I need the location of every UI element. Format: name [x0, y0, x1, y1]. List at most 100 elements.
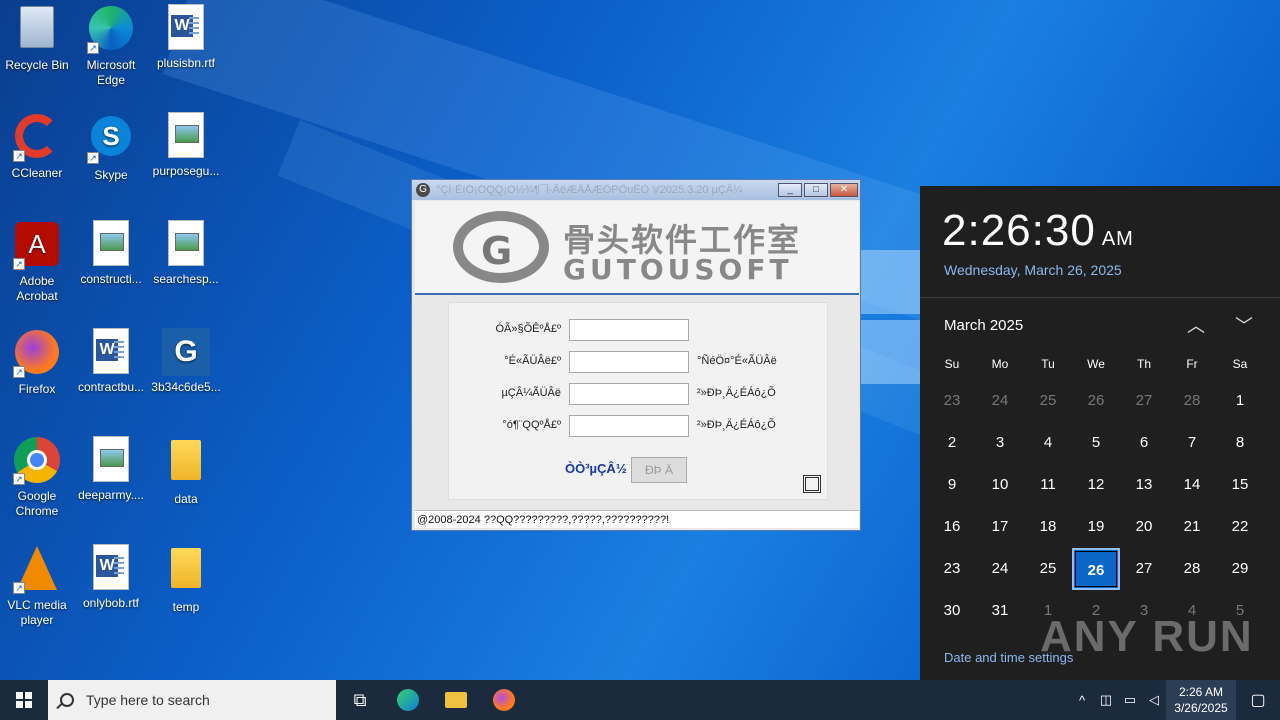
calendar-day[interactable]: 27 [1120, 380, 1168, 422]
calendar-day[interactable]: 4 [1024, 422, 1072, 464]
shortcut-arrow-icon: ↗ [13, 366, 25, 378]
device-icon[interactable]: ◫ [1094, 692, 1118, 708]
calendar-day-today[interactable]: 26 [1072, 548, 1120, 590]
calendar-day[interactable]: 21 [1168, 506, 1216, 548]
calendar-month-label[interactable]: March 2025 [944, 317, 1023, 334]
desktop-icon[interactable]: constructi... [74, 220, 148, 287]
flyout-date-link[interactable]: Wednesday, March 26, 2025 [944, 262, 1122, 278]
desktop-icon[interactable]: A ↗ Adobe Acrobat [0, 220, 74, 304]
calendar-day[interactable]: 17 [976, 506, 1024, 548]
verify-password-input[interactable] [569, 351, 689, 373]
verify-password-hint: °ÑéÖ¤°É«ÃÜÂë [697, 355, 777, 367]
desktop-icon[interactable]: S ↗ Skype [74, 112, 148, 183]
desktop-icon[interactable]: data [149, 436, 223, 507]
chevron-up-icon[interactable]: ^ [1070, 693, 1094, 708]
form-row-account: ÓÃ»§ÕÊºÅ£º [449, 319, 829, 341]
maximize-button[interactable]: □ [804, 183, 828, 197]
desktop-icon-label: Skype [94, 168, 128, 182]
calendar-day[interactable]: 5 [1072, 422, 1120, 464]
calendar-week-row: 2345678 [928, 422, 1272, 464]
file-explorer-icon[interactable] [432, 680, 480, 720]
login-link[interactable]: ÒÒ³µÇÂ½ [565, 461, 627, 476]
calendar-day[interactable]: 23 [928, 380, 976, 422]
chevron-up-icon[interactable]: ︿ [1184, 312, 1208, 336]
calendar-day[interactable]: 28 [1168, 548, 1216, 590]
chevron-down-icon[interactable]: ﹀ [1232, 312, 1256, 336]
shortcut-arrow-icon: ↗ [87, 42, 99, 54]
desktop-icon-label: Microsoft Edge [86, 58, 136, 87]
desktop-icon[interactable]: searchesp... [149, 220, 223, 287]
modify-button[interactable]: ÐÞ Ä [631, 457, 687, 483]
task-view-icon[interactable]: ⧉ [336, 680, 384, 720]
desktop-icon[interactable]: Wplusisbn.rtf [149, 4, 223, 71]
desktop-icon[interactable]: Recycle Bin [0, 4, 74, 73]
desktop-icon[interactable]: purposegu... [149, 112, 223, 179]
taskbar-search-box[interactable]: Type here to search [48, 680, 336, 720]
calendar-day[interactable]: 7 [1168, 422, 1216, 464]
flyout-ampm: AM [1101, 228, 1134, 250]
calendar-day[interactable]: 23 [928, 548, 976, 590]
calendar-day[interactable]: 24 [976, 380, 1024, 422]
windows-logo-icon [16, 692, 32, 708]
calendar-day[interactable]: 6 [1120, 422, 1168, 464]
calendar-day[interactable]: 31 [976, 590, 1024, 632]
taskbar-clock[interactable]: 2:26 AM 3/26/2025 [1166, 680, 1236, 720]
calendar-day[interactable]: 20 [1120, 506, 1168, 548]
firefox-taskbar-icon[interactable] [480, 680, 528, 720]
calendar-day[interactable]: 22 [1216, 506, 1264, 548]
calendar-day[interactable]: 8 [1216, 422, 1264, 464]
calendar-day[interactable]: 9 [928, 464, 976, 506]
logo-english-text: GUTOUSOFT [563, 253, 793, 286]
calendar-day[interactable]: 10 [976, 464, 1024, 506]
calendar-day[interactable]: 16 [928, 506, 976, 548]
edge-taskbar-icon[interactable] [384, 680, 432, 720]
desktop-icon[interactable]: deeparmy.... [74, 436, 148, 503]
qr-code-icon[interactable] [803, 475, 821, 493]
calendar-day[interactable]: 11 [1024, 464, 1072, 506]
desktop-icon[interactable]: G 3b34c6de5... [149, 328, 223, 395]
volume-icon[interactable]: ◁ [1142, 692, 1166, 708]
firefox-icon: ↗ [13, 330, 61, 378]
start-button[interactable] [0, 680, 48, 720]
desktop-icon[interactable]: ↗ CCleaner [0, 112, 74, 181]
calendar-day[interactable]: 30 [928, 590, 976, 632]
calendar-day[interactable]: 14 [1168, 464, 1216, 506]
minimize-button[interactable]: _ [778, 183, 802, 197]
qq-hint: ²»ÐÞ¸Ä¿ÉÁô¿Õ [697, 419, 776, 431]
form-row-verify-password: °É«ÃÜÂë£º °ÑéÖ¤°É«ÃÜÂë [449, 351, 829, 373]
calendar-day[interactable]: 2 [928, 422, 976, 464]
desktop-icon[interactable]: temp [149, 544, 223, 615]
desktop-icon[interactable]: ↗ Google Chrome [0, 436, 74, 519]
acrobat-icon: A ↗ [13, 222, 61, 270]
calendar-day[interactable]: 25 [1024, 380, 1072, 422]
calendar-day[interactable]: 18 [1024, 506, 1072, 548]
calendar-day[interactable]: 19 [1072, 506, 1120, 548]
network-icon[interactable]: ▭ [1118, 692, 1142, 708]
login-password-input[interactable] [569, 383, 689, 405]
calendar-day[interactable]: 29 [1216, 548, 1264, 590]
calendar-day[interactable]: 1 [1216, 380, 1264, 422]
calendar-day[interactable]: 12 [1072, 464, 1120, 506]
calendar-day[interactable]: 13 [1120, 464, 1168, 506]
desktop-icon[interactable]: Wcontractbu... [74, 328, 148, 395]
calendar-day[interactable]: 24 [976, 548, 1024, 590]
close-button[interactable]: ✕ [830, 183, 858, 197]
calendar-day[interactable]: 28 [1168, 380, 1216, 422]
window-titlebar[interactable]: G °ÇÍ·ÈíÓ¡ÓQQ¡Ó½¾¶¯Î-ÃëÆÄÅÆÖPÖuÊÖ V2025.… [412, 180, 860, 200]
notification-icon[interactable]: ▢ [1236, 690, 1280, 710]
calendar-day[interactable]: 25 [1024, 548, 1072, 590]
desktop-icon[interactable]: ↗ Microsoft Edge [74, 4, 148, 88]
gutousoft-logo-banner: G 骨头软件工作室 GUTOUSOFT [415, 201, 859, 295]
account-input[interactable] [569, 319, 689, 341]
calendar-day[interactable]: 15 [1216, 464, 1264, 506]
calendar-day[interactable]: 27 [1120, 548, 1168, 590]
calendar-day[interactable]: 26 [1072, 380, 1120, 422]
calendar-day[interactable]: 3 [976, 422, 1024, 464]
form-row-login-password: µÇÂ¼ÃÜÂë ²»ÐÞ¸Ä¿ÉÁô¿Õ [449, 383, 829, 405]
desktop-icon[interactable]: ↗ VLC media player [0, 544, 74, 628]
weekday-header: Tu [1041, 357, 1055, 371]
desktop-icon[interactable]: ↗ Firefox [0, 328, 74, 397]
desktop-icon[interactable]: Wonlybob.rtf [74, 544, 148, 611]
qq-input[interactable] [569, 415, 689, 437]
form-row-qq: °ó¶¨QQºÅ£º ²»ÐÞ¸Ä¿ÉÁô¿Õ [449, 415, 829, 437]
